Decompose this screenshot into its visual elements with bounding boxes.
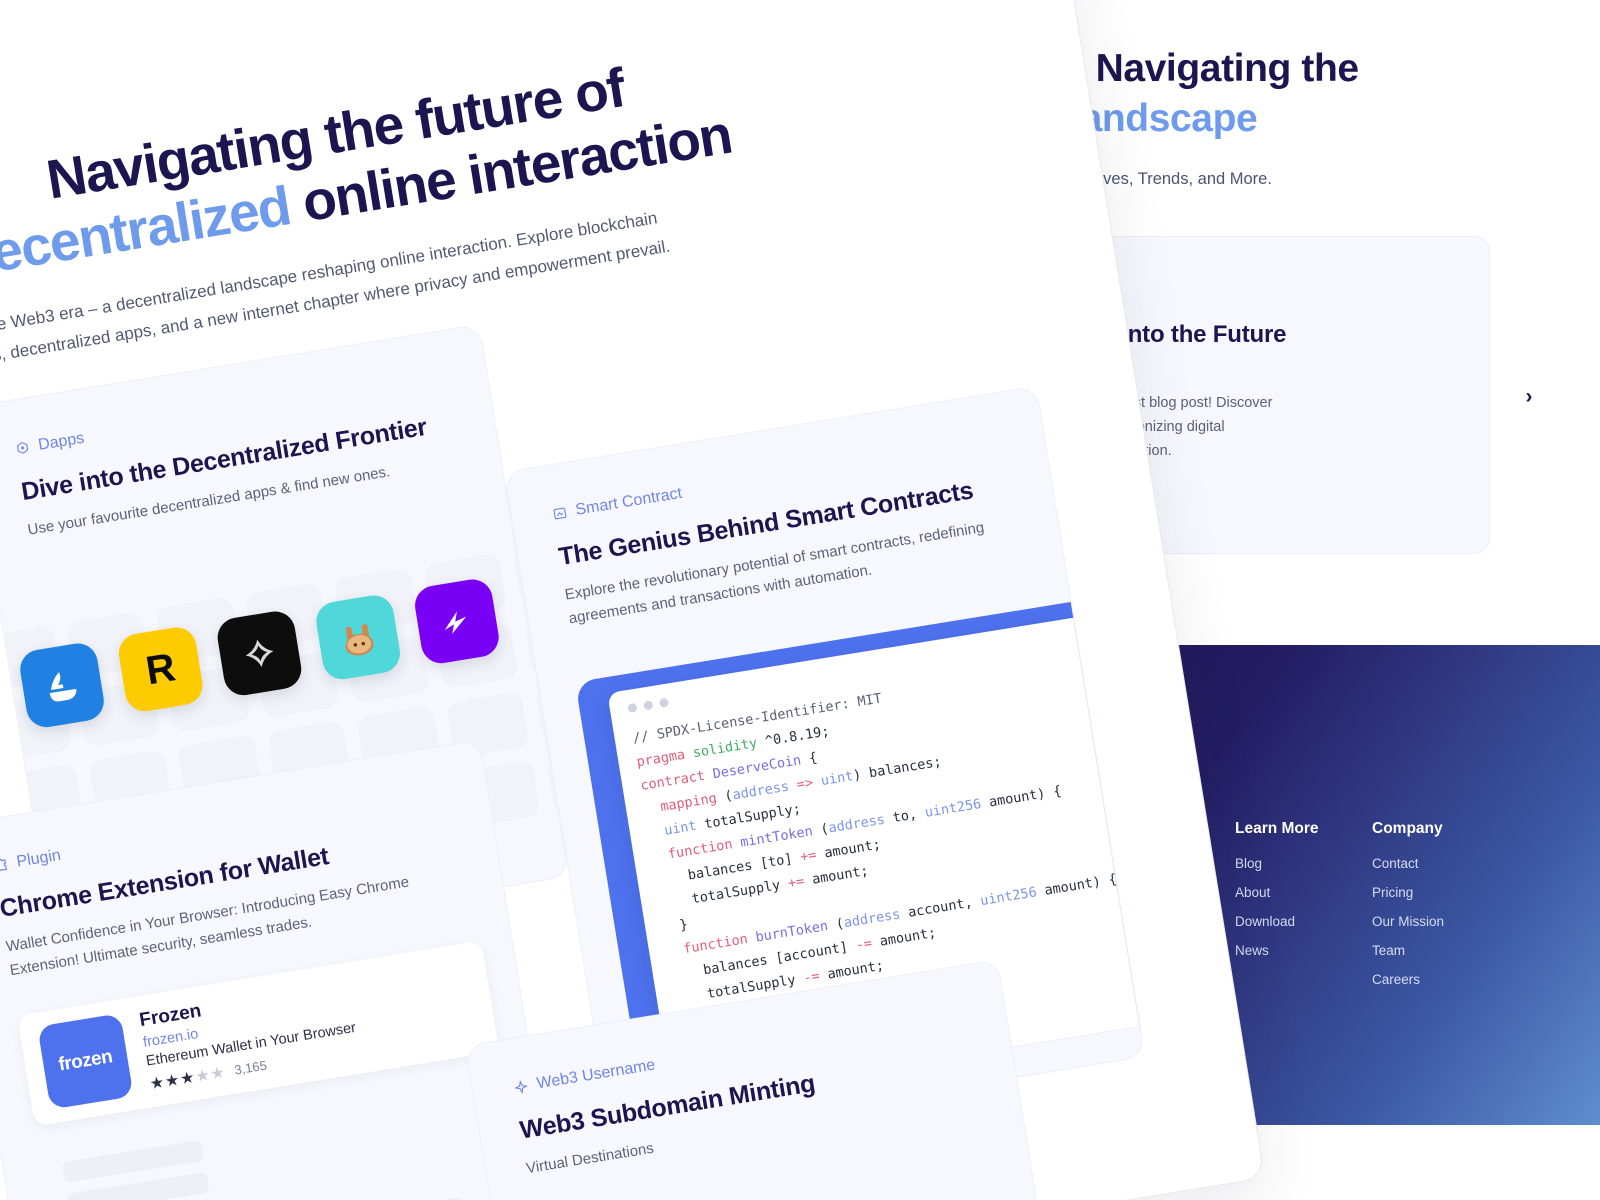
footer-link-our-mission[interactable]: Our Mission: [1372, 914, 1509, 929]
hexagon-icon: [16, 441, 29, 454]
footer-link-pricing[interactable]: Pricing: [1372, 885, 1509, 900]
pancakeswap-icon[interactable]: [313, 592, 403, 683]
frozen-logo-icon: frozen: [37, 1013, 134, 1110]
chevron-right-icon: ›: [1525, 385, 1533, 408]
hero-section: Navigating the future of decentralized o…: [0, 33, 798, 381]
card-dapps-badge-label: Dapps: [37, 429, 86, 454]
puzzle-icon: [0, 858, 8, 872]
footer-link-careers[interactable]: Careers: [1372, 972, 1509, 987]
footer-link-blog[interactable]: Blog: [1235, 856, 1372, 871]
rarible-icon[interactable]: R: [116, 624, 206, 715]
sparkle-icon: [514, 1080, 529, 1095]
opensea-icon[interactable]: [17, 640, 107, 731]
footer-heading: Company: [1372, 820, 1443, 837]
footer-heading: Learn More: [1235, 820, 1319, 837]
card-plugin-badge-label: Plugin: [15, 846, 63, 871]
card-web3-username-badge-label: Web3 Username: [535, 1056, 657, 1093]
zerion-icon[interactable]: [412, 576, 502, 667]
landing-page-overlay-panel: Navigating the future of decentralized o…: [0, 0, 1266, 1200]
frozen-logo-text: frozen: [57, 1046, 114, 1076]
footer-column-learn-more: Learn More Blog About Download News: [1235, 820, 1372, 1001]
blur-icon[interactable]: [214, 608, 305, 699]
footer-link-team[interactable]: Team: [1372, 943, 1509, 958]
footer-column-company: Company Contact Pricing Our Mission Team…: [1372, 820, 1509, 1001]
card-plugin[interactable]: Plugin Chrome Extension for Wallet Walle…: [0, 739, 560, 1200]
footer-link-contact[interactable]: Contact: [1372, 856, 1509, 871]
card-smart-contract-badge-label: Smart Contract: [574, 484, 684, 519]
footer-link-about[interactable]: About: [1235, 885, 1372, 900]
footer-link-download[interactable]: Download: [1235, 914, 1372, 929]
carousel-next-button[interactable]: ›: [1512, 380, 1546, 414]
rating-count: 3,165: [233, 1057, 268, 1078]
footer-link-news[interactable]: News: [1235, 943, 1372, 958]
contract-icon: [553, 507, 567, 520]
